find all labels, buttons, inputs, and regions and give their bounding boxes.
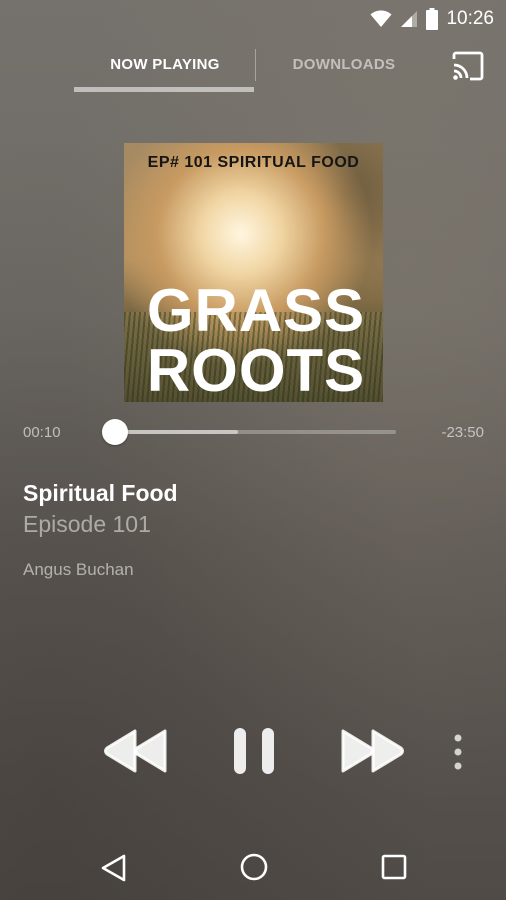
- cellular-signal-icon: [401, 11, 418, 27]
- artwork-title-line2: ROOTS: [146, 337, 366, 402]
- tab-divider: [255, 49, 256, 81]
- artwork-title-line1: GRASS: [146, 277, 366, 344]
- status-bar: 10:26: [0, 0, 506, 38]
- elapsed-time: 00:10: [23, 424, 61, 441]
- remaining-time: -23:50: [441, 424, 484, 441]
- tab-downloads[interactable]: DOWNLOADS: [258, 56, 430, 73]
- status-icons: 10:26: [370, 8, 494, 30]
- wifi-icon: [370, 10, 392, 27]
- track-title: Spiritual Food: [23, 480, 178, 506]
- seek-bar-buffered: [113, 430, 238, 434]
- battery-icon: [426, 8, 439, 30]
- home-icon[interactable]: [238, 851, 270, 883]
- pause-icon[interactable]: [232, 726, 276, 776]
- back-icon[interactable]: [99, 853, 129, 883]
- track-episode: Episode 101: [23, 511, 151, 537]
- fast-forward-icon[interactable]: [339, 728, 405, 774]
- tab-bar: NOW PLAYING DOWNLOADS: [0, 44, 506, 96]
- recents-icon[interactable]: [380, 853, 408, 881]
- artwork-episode-label: EP# 101 SPIRITUAL FOOD: [147, 154, 360, 171]
- seek-bar-thumb[interactable]: [101, 419, 128, 445]
- rewind-icon[interactable]: [103, 728, 169, 774]
- track-author: Angus Buchan: [23, 560, 134, 579]
- status-clock: 10:26: [446, 8, 494, 29]
- tab-now-playing[interactable]: NOW PLAYING: [75, 56, 255, 73]
- more-vert-icon[interactable]: [450, 733, 466, 771]
- tab-selected-indicator: [74, 87, 254, 92]
- cast-icon[interactable]: [451, 51, 485, 81]
- seek-bar[interactable]: [101, 419, 396, 445]
- episode-artwork: EP# 101 SPIRITUAL FOOD GRASS ROOTS: [124, 143, 383, 402]
- system-nav-bar: [0, 835, 506, 900]
